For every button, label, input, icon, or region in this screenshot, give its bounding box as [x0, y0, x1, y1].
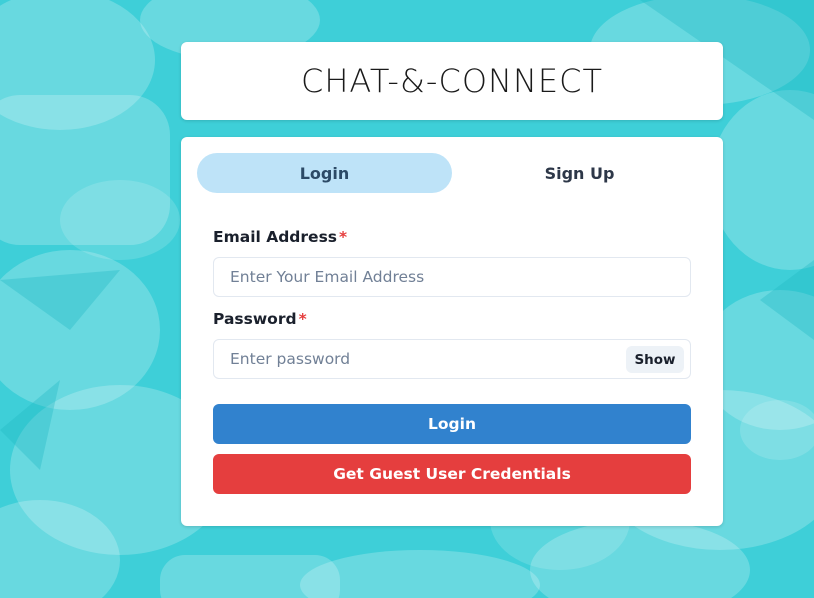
app-title-card: CHAT-&-CONNECT [181, 42, 723, 120]
password-field[interactable]: Enter password Show [213, 339, 691, 379]
email-placeholder: Enter Your Email Address [230, 268, 425, 286]
email-label: Email Address * [213, 228, 347, 246]
required-asterisk: * [298, 310, 307, 328]
password-label-text: Password [213, 310, 297, 328]
tab-sign-up[interactable]: Sign Up [452, 153, 707, 193]
password-placeholder: Enter password [230, 350, 351, 368]
email-field[interactable]: Enter Your Email Address [213, 257, 691, 297]
email-label-text: Email Address [213, 228, 338, 246]
required-asterisk: * [339, 228, 348, 246]
auth-form-card: Login Sign Up Email Address * Enter Your … [181, 137, 723, 526]
app-title: CHAT-&-CONNECT [301, 62, 603, 100]
guest-credentials-button[interactable]: Get Guest User Credentials [213, 454, 691, 494]
auth-tabs: Login Sign Up [197, 153, 707, 193]
show-password-button[interactable]: Show [626, 346, 684, 373]
password-label: Password * [213, 310, 307, 328]
tab-login[interactable]: Login [197, 153, 452, 193]
login-button[interactable]: Login [213, 404, 691, 444]
